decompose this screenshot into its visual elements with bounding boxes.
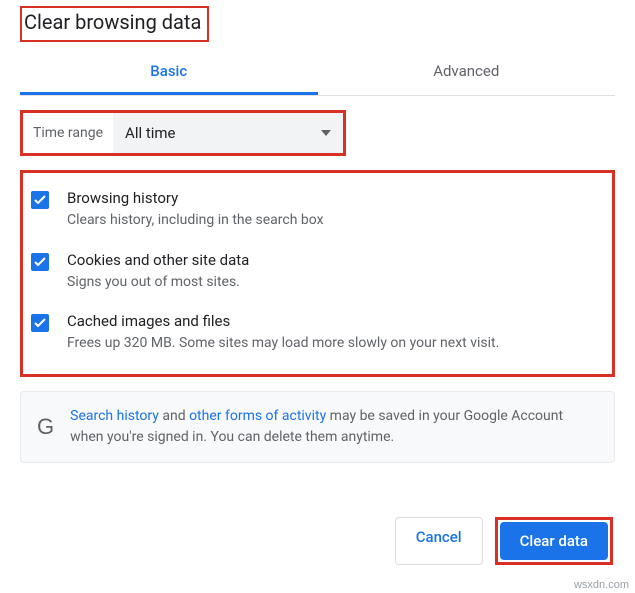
info-box: G Search history and other forms of acti… [20, 391, 615, 463]
link-search-history[interactable]: Search history [70, 408, 159, 424]
option-title: Browsing history [67, 189, 324, 207]
watermark: wsxdn.com [574, 579, 629, 591]
check-icon [34, 257, 46, 267]
link-other-activity[interactable]: other forms of activity [189, 408, 326, 424]
check-icon [34, 318, 46, 328]
dialog-footer: Cancel Clear data [373, 507, 635, 575]
info-text: Search history and other forms of activi… [70, 406, 598, 448]
dialog-title: Clear browsing data [24, 10, 201, 34]
tab-advanced[interactable]: Advanced [318, 52, 616, 95]
option-browsing-history: Browsing history Clears history, includi… [29, 179, 606, 241]
time-range-select[interactable]: All time [113, 113, 343, 153]
checkbox-cached[interactable] [31, 314, 49, 332]
option-desc: Signs you out of most sites. [67, 273, 249, 293]
option-title: Cookies and other site data [67, 251, 249, 269]
time-range-value: All time [125, 124, 175, 142]
tabs: Basic Advanced [20, 52, 615, 96]
option-desc: Frees up 320 MB. Some sites may load mor… [67, 334, 499, 354]
option-cookies: Cookies and other site data Signs you ou… [29, 241, 606, 303]
time-range-highlight: Time range All time [20, 110, 346, 156]
option-cached: Cached images and files Frees up 320 MB.… [29, 302, 606, 364]
option-desc: Clears history, including in the search … [67, 211, 324, 231]
chevron-down-icon [321, 130, 331, 136]
dialog-title-highlight: Clear browsing data [20, 6, 209, 42]
checkbox-browsing-history[interactable] [31, 191, 49, 209]
tab-basic[interactable]: Basic [20, 52, 318, 95]
option-title: Cached images and files [67, 312, 499, 330]
google-g-icon: G [37, 410, 54, 443]
options-highlight: Browsing history Clears history, includi… [20, 170, 615, 377]
clear-data-button[interactable]: Clear data [500, 522, 608, 560]
cancel-button[interactable]: Cancel [395, 517, 483, 565]
checkbox-cookies[interactable] [31, 253, 49, 271]
time-range-label: Time range [23, 113, 113, 153]
check-icon [34, 195, 46, 205]
clear-data-highlight: Clear data [495, 517, 613, 565]
